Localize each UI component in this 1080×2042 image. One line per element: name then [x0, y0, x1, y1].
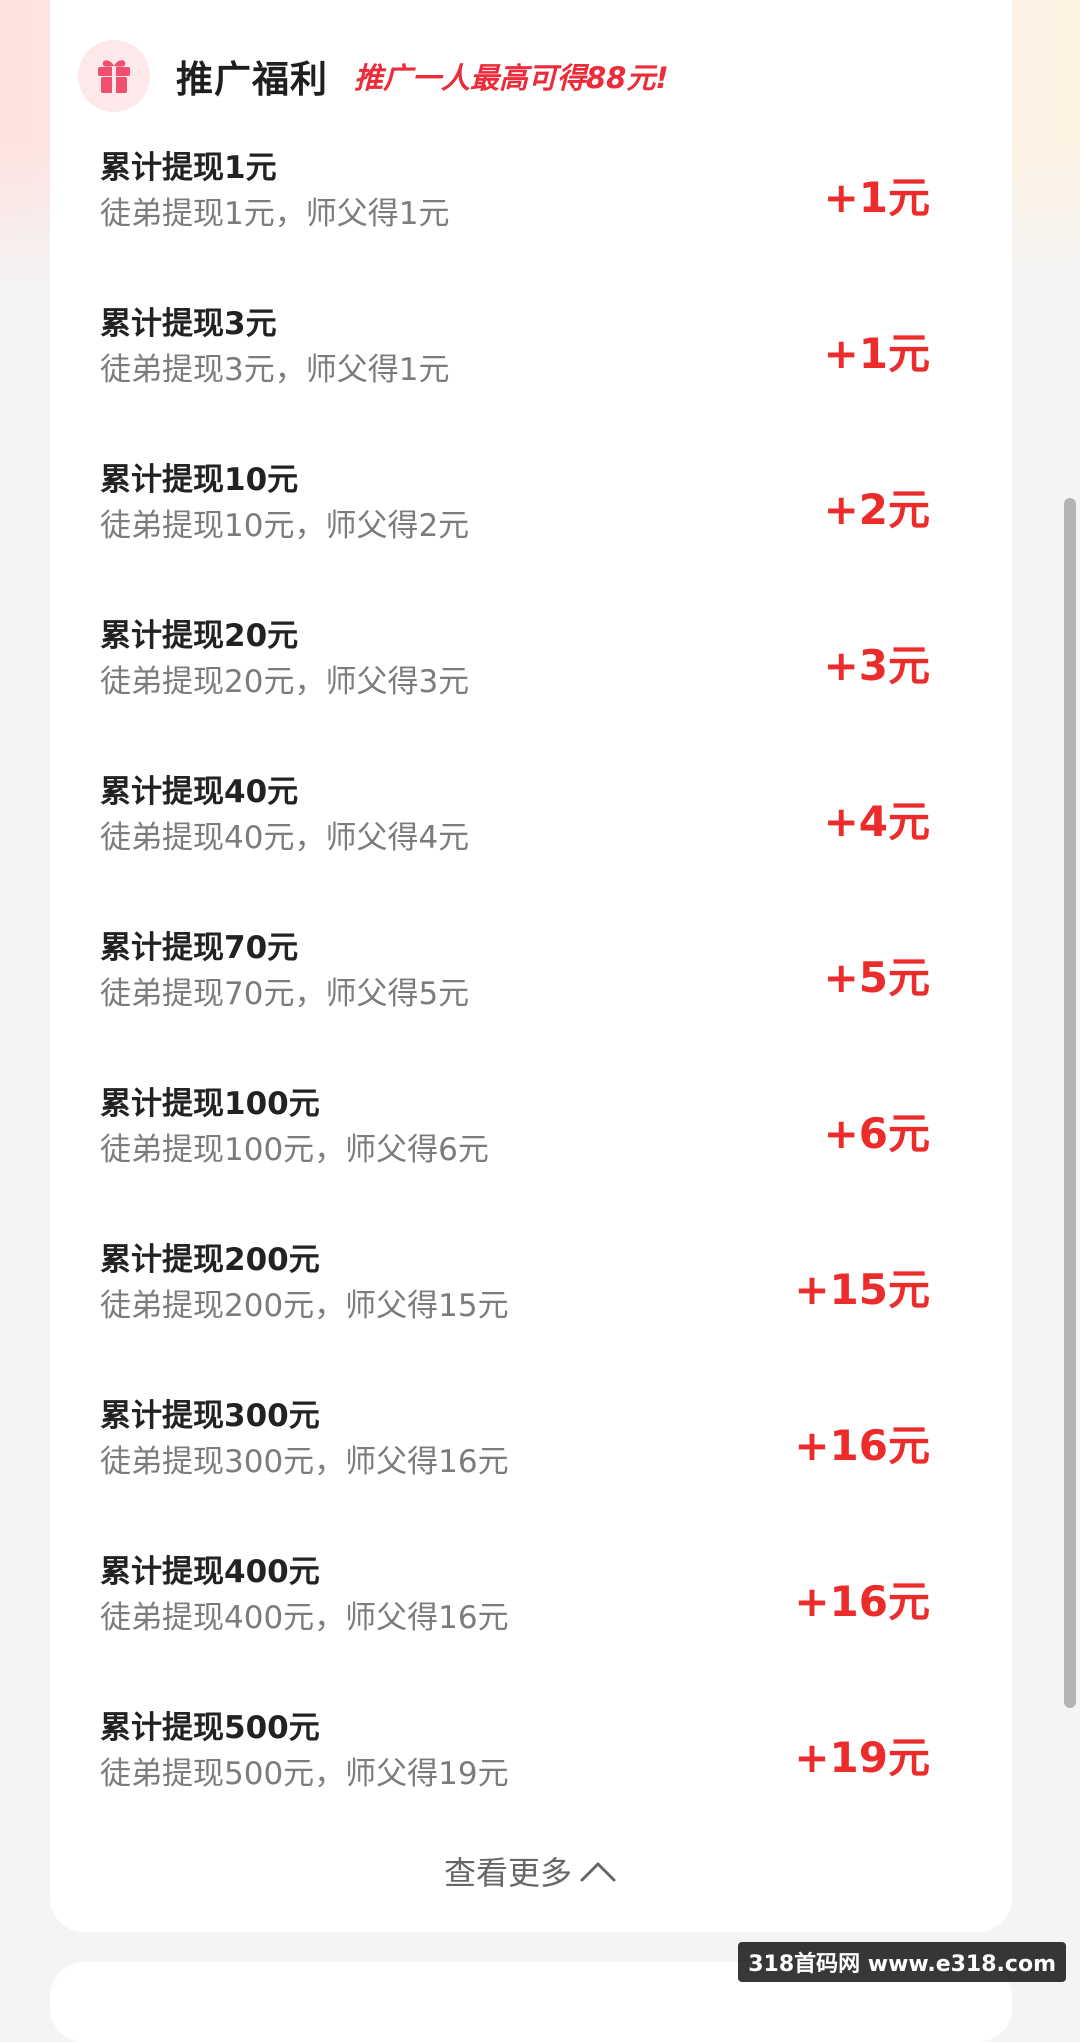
list-item: 累计提现10元 徒弟提现10元，师父得2元 +2元	[100, 454, 930, 610]
list-item: 累计提现100元 徒弟提现100元，师父得6元 +6元	[100, 1078, 930, 1234]
gift-icon	[98, 60, 130, 93]
scrollbar[interactable]	[1064, 498, 1076, 1708]
reward-threshold: 累计提现500元	[100, 1710, 320, 1746]
reward-threshold: 累计提现200元	[100, 1242, 320, 1278]
reward-threshold: 累计提现3元	[100, 306, 277, 342]
reward-description: 徒弟提现3元，师父得1元	[100, 352, 450, 388]
watermark: 318首码网 www.e318.com	[738, 1942, 1066, 1982]
reward-threshold: 累计提现400元	[100, 1554, 320, 1590]
view-more-button[interactable]: 查看更多	[50, 1848, 1012, 1894]
list-item: 累计提现3元 徒弟提现3元，师父得1元 +1元	[100, 298, 930, 454]
reward-description: 徒弟提现40元，师父得4元	[100, 820, 470, 856]
list-item: 累计提现40元 徒弟提现40元，师父得4元 +4元	[100, 766, 930, 922]
list-item: 累计提现500元 徒弟提现500元，师父得19元 +19元	[100, 1702, 930, 1858]
reward-threshold: 累计提现10元	[100, 462, 299, 498]
reward-description: 徒弟提现400元，师父得16元	[100, 1600, 509, 1636]
reward-amount: +3元	[823, 641, 930, 690]
reward-threshold: 累计提现300元	[100, 1398, 320, 1434]
promotion-benefits-card: 推广福利 推广一人最高可得88元! 累计提现1元 徒弟提现1元，师父得1元 +1…	[50, 0, 1012, 1932]
reward-amount: +4元	[823, 797, 930, 846]
card-header: 推广福利 推广一人最高可得88元!	[78, 38, 669, 114]
reward-description: 徒弟提现70元，师父得5元	[100, 976, 470, 1012]
reward-amount: +6元	[823, 1109, 930, 1158]
reward-amount: +1元	[823, 329, 930, 378]
card-subtitle: 推广一人最高可得88元!	[354, 61, 669, 95]
reward-threshold: 累计提现100元	[100, 1086, 320, 1122]
list-item: 累计提现20元 徒弟提现20元，师父得3元 +3元	[100, 610, 930, 766]
chevron-up-icon	[580, 1862, 616, 1882]
reward-description: 徒弟提现1元，师父得1元	[100, 196, 450, 232]
reward-threshold: 累计提现20元	[100, 618, 299, 654]
reward-amount: +5元	[823, 953, 930, 1002]
gift-icon-badge	[78, 40, 150, 112]
list-item: 累计提现300元 徒弟提现300元，师父得16元 +16元	[100, 1390, 930, 1546]
list-item: 累计提现70元 徒弟提现70元，师父得5元 +5元	[100, 922, 930, 1078]
reward-description: 徒弟提现500元，师父得19元	[100, 1756, 509, 1792]
reward-amount: +2元	[823, 485, 930, 534]
list-item: 累计提现400元 徒弟提现400元，师父得16元 +16元	[100, 1546, 930, 1702]
reward-description: 徒弟提现200元，师父得15元	[100, 1288, 509, 1324]
reward-amount: +16元	[794, 1577, 930, 1626]
reward-description: 徒弟提现10元，师父得2元	[100, 508, 470, 544]
view-more-label: 查看更多	[443, 1854, 572, 1892]
reward-amount: +1元	[823, 173, 930, 222]
list-item: 累计提现200元 徒弟提现200元，师父得15元 +15元	[100, 1234, 930, 1390]
reward-description: 徒弟提现20元，师父得3元	[100, 664, 470, 700]
reward-threshold: 累计提现40元	[100, 774, 299, 810]
card-title: 推广福利	[176, 58, 328, 101]
reward-amount: +19元	[794, 1733, 930, 1782]
reward-description: 徒弟提现300元，师父得16元	[100, 1444, 509, 1480]
reward-amount: +15元	[794, 1265, 930, 1314]
reward-threshold: 累计提现1元	[100, 150, 277, 186]
list-item: 累计提现1元 徒弟提现1元，师父得1元 +1元	[100, 142, 930, 298]
reward-threshold: 累计提现70元	[100, 930, 299, 966]
reward-list: 累计提现1元 徒弟提现1元，师父得1元 +1元 累计提现3元 徒弟提现3元，师父…	[100, 142, 930, 1858]
reward-amount: +16元	[794, 1421, 930, 1470]
reward-description: 徒弟提现100元，师父得6元	[100, 1132, 489, 1168]
